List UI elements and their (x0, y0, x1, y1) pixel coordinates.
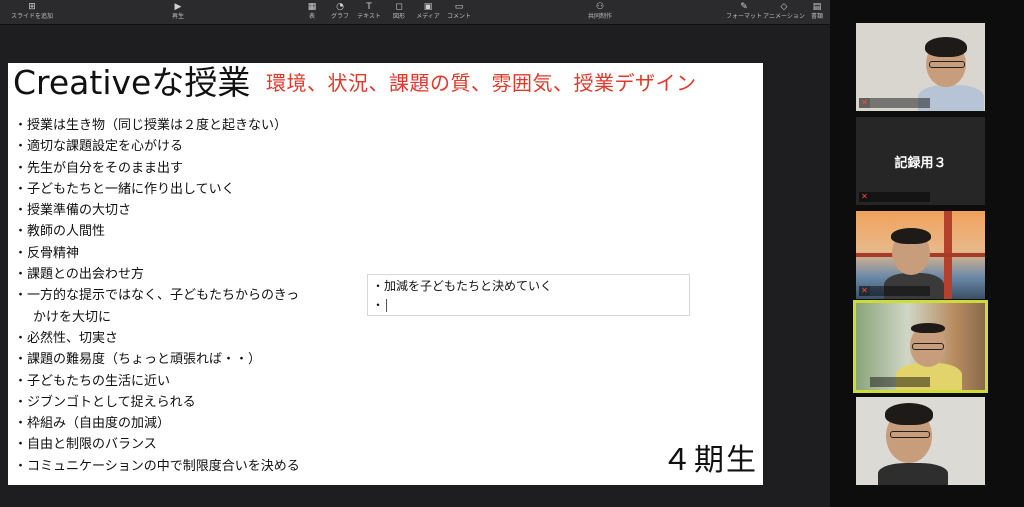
bullet-item: ・課題との出会わせ方 (14, 267, 144, 283)
name-bar (870, 286, 930, 296)
muted-mic-icon: ✕ (859, 286, 870, 296)
bullet-item: ・授業準備の大切さ (14, 203, 132, 219)
slide[interactable]: Creativeな授業 環境、状況、課題の質、雰囲気、授業デザイン ・授業は生き… (8, 63, 763, 485)
add-slide-icon: ⊞ (28, 2, 36, 12)
bullet-item-continuation: かけを大切に (33, 309, 112, 325)
comment-button[interactable]: ▭ コメント (437, 1, 481, 20)
name-bar (870, 377, 930, 387)
textbox-line: ・加減を子どもたちと決めていく (372, 279, 553, 293)
play-button[interactable]: ▶ 再生 (156, 1, 200, 20)
bullet-item: ・授業は生き物（同じ授業は２度と起きない） (14, 118, 288, 133)
play-icon: ▶ (174, 2, 182, 12)
bullet-item: ・先生が自分をそのまま出す (14, 160, 184, 176)
cohort-label: ４期生 (662, 443, 758, 478)
bullet-item: ・枠組み（自由度の加減） (14, 416, 171, 432)
bullet-item: ・子どもたちと一緒に作り出していく (14, 181, 235, 197)
bullet-item: ・自由と制限のバランス (14, 437, 157, 453)
app-toolbar: ⊞ スライドを追加 ▶ 再生 ▦ 表 ◔ グラフ T テキスト ◻ 図形 ▣ メディア ▭ コメ… (0, 0, 830, 25)
bullet-item: ・適切な課題設定を心がける (14, 139, 184, 155)
add-slide-button[interactable]: ⊞ スライドを追加 (10, 1, 54, 20)
format-button[interactable]: ✎ フォーマット (722, 1, 766, 20)
name-bar (870, 192, 930, 202)
participant-video-tile[interactable]: ✕ (856, 211, 985, 299)
comment-icon: ▭ (454, 2, 464, 12)
bullet-item: ・課題の難易度（ちょっと頑張れば・・） (14, 352, 262, 368)
collaborate-button[interactable]: ⚇ 共同制作 (578, 1, 622, 20)
active-speaker-tile[interactable] (853, 300, 988, 393)
slide-title[interactable]: Creativeな授業 (13, 63, 250, 103)
muted-mic-icon: ✕ (859, 98, 870, 108)
bullet-item: ・必然性、切実さ (14, 330, 119, 346)
name-bar (870, 98, 930, 108)
format-icon: ✎ (740, 2, 748, 12)
bullet-item: ・子どもたちの生活に近い (14, 373, 171, 389)
bullet-item: ・一方的な提示ではなく、子どもたちからのきっ (14, 288, 300, 304)
participant-video-tile[interactable]: ✕ (856, 23, 985, 111)
bullet-item: ・コミュニケーションの中で制限度合いを決める (14, 458, 300, 474)
participant-name-tile[interactable]: 記録用３ ✕ (856, 117, 985, 205)
bullet-list[interactable]: ・授業は生き物（同じ授業は２度と起きない） ・適切な課題設定を心がける ・先生が… (14, 115, 300, 477)
bullet-item: ・教師の人間性 (14, 224, 106, 240)
slide-subtitle[interactable]: 環境、状況、課題の質、雰囲気、授業デザイン (266, 69, 697, 97)
participant-panel: ✕ 記録用３ ✕ ✕ (830, 0, 1024, 507)
collaborate-icon: ⚇ (595, 2, 605, 12)
bullet-item: ・ジブンゴトとして捉えられる (14, 394, 196, 410)
bullet-item: ・反骨精神 (14, 245, 80, 261)
participant-video-tile[interactable] (856, 397, 985, 485)
text-cursor (386, 299, 388, 312)
editing-text-box[interactable]: ・加減を子どもたちと決めていく ・ (367, 274, 690, 316)
muted-mic-icon: ✕ (859, 192, 870, 202)
textbox-line-editing[interactable]: ・ (372, 296, 388, 313)
